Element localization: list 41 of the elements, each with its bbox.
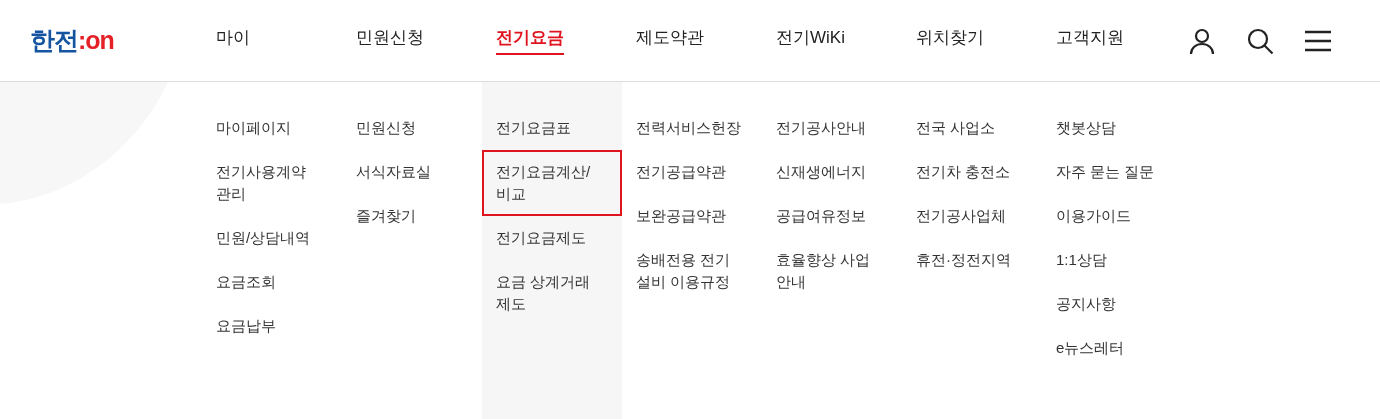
menu-link[interactable]: 요금조회 (202, 260, 342, 304)
menu-link[interactable]: 챗봇상담 (1042, 106, 1182, 150)
menu-link[interactable]: 전기차 충전소 (902, 150, 1042, 194)
nav-tab[interactable]: 민원신청 (356, 26, 424, 55)
nav-tab[interactable]: 전기WiKi (776, 26, 845, 55)
menu-link[interactable]: 공지사항 (1042, 282, 1182, 326)
menu-link[interactable]: 이용가이드 (1042, 194, 1182, 238)
menu-link[interactable]: 1:1상담 (1042, 238, 1182, 282)
menu-link[interactable]: 전기사용계약 관리 (202, 150, 342, 216)
menu-link[interactable]: 즐겨찾기 (342, 194, 482, 238)
menu-link[interactable]: 마이페이지 (202, 106, 342, 150)
nav-tab[interactable]: 제도약관 (636, 26, 704, 55)
menu-link[interactable]: 보완공급약관 (622, 194, 762, 238)
menu-link[interactable]: 요금납부 (202, 304, 342, 348)
menu-link[interactable]: 공급여유정보 (762, 194, 902, 238)
menu-link[interactable]: 송배전용 전기 설비 이용규정 (622, 238, 762, 304)
nav-tab[interactable]: 고객지원 (1056, 26, 1124, 55)
menu-link[interactable]: 민원/상담내역 (202, 216, 342, 260)
nav-tab[interactable]: 마이 (216, 26, 250, 55)
nav-tab[interactable]: 전기요금 (496, 26, 564, 55)
menu-link[interactable]: 민원신청 (342, 106, 482, 150)
menu-link[interactable]: 전기공급약관 (622, 150, 762, 194)
user-icon[interactable] (1188, 26, 1216, 55)
menu-link[interactable]: 전기요금계산/ 비교 (482, 150, 622, 216)
search-icon[interactable] (1246, 26, 1274, 55)
menu-link[interactable]: e뉴스레터 (1042, 326, 1182, 370)
menu-icon[interactable] (1304, 28, 1332, 53)
menu-link[interactable]: 전기요금제도 (482, 216, 622, 260)
menu-link[interactable]: 서식자료실 (342, 150, 482, 194)
menu-link[interactable]: 휴전·정전지역 (902, 238, 1042, 282)
menu-link[interactable]: 전력서비스헌장 (622, 106, 762, 150)
menu-link[interactable]: 전기공사안내 (762, 106, 902, 150)
logo[interactable]: 한전:on (0, 24, 202, 57)
menu-link[interactable]: 전기요금표 (482, 106, 622, 150)
nav-tab[interactable]: 위치찾기 (916, 26, 984, 55)
menu-link[interactable]: 전국 사업소 (902, 106, 1042, 150)
menu-link[interactable]: 효율향상 사업 안내 (762, 238, 902, 304)
menu-link[interactable]: 전기공사업체 (902, 194, 1042, 238)
menu-link[interactable]: 자주 묻는 질문 (1042, 150, 1182, 194)
menu-link[interactable]: 요금 상계거래 제도 (482, 260, 622, 326)
menu-link[interactable]: 신재생에너지 (762, 150, 902, 194)
